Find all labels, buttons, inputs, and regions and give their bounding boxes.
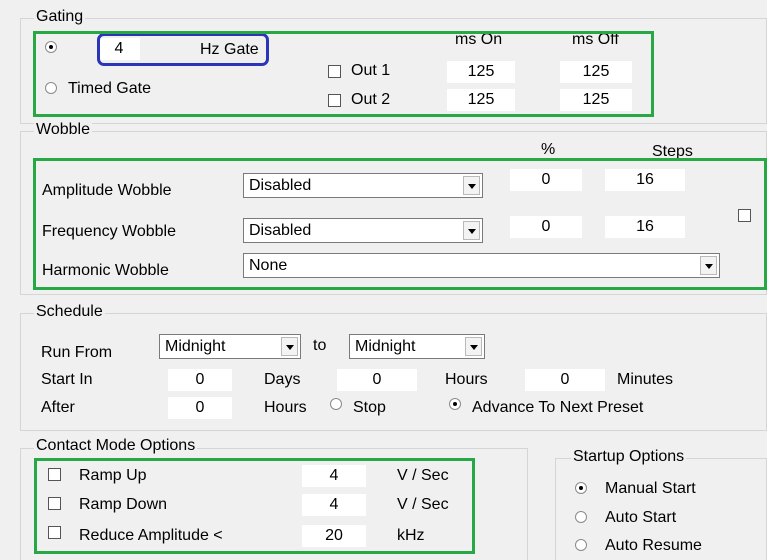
minutes-label: Minutes — [617, 371, 674, 388]
harmonic-wobble-value: None — [249, 257, 288, 274]
days-label: Days — [264, 371, 301, 388]
manual-start-radio[interactable] — [575, 482, 587, 494]
out1-ms-on-input[interactable]: 125 — [447, 61, 515, 83]
hz-gate-value-input[interactable]: 4 — [98, 38, 140, 60]
gating-legend: Gating — [34, 8, 86, 26]
percent-header: % — [541, 141, 556, 158]
chevron-down-icon[interactable] — [465, 337, 482, 356]
run-to-select[interactable]: Midnight — [349, 334, 485, 359]
ramp-down-unit: V / Sec — [397, 496, 449, 513]
run-from-select[interactable]: Midnight — [159, 334, 301, 359]
chevron-down-icon[interactable] — [700, 256, 717, 275]
manual-start-label: Manual Start — [605, 480, 696, 497]
ms-off-header: ms Off — [572, 31, 619, 48]
out1-label: Out 1 — [351, 62, 391, 79]
amplitude-wobble-select[interactable]: Disabled — [243, 173, 483, 198]
hz-gate-radio[interactable] — [45, 41, 57, 53]
amplitude-pct-input[interactable]: 0 — [510, 169, 582, 191]
ramp-down-checkbox[interactable] — [48, 497, 61, 510]
steps-header: Steps — [652, 143, 693, 160]
chevron-down-icon[interactable] — [463, 221, 480, 240]
out2-label: Out 2 — [351, 91, 391, 108]
auto-resume-radio[interactable] — [575, 539, 587, 551]
start-in-label: Start In — [41, 371, 93, 388]
auto-start-radio[interactable] — [575, 511, 587, 523]
out2-checkbox[interactable] — [328, 94, 341, 107]
reduce-amplitude-unit: kHz — [397, 527, 425, 544]
reduce-amplitude-label: Reduce Amplitude < — [79, 527, 223, 544]
to-label: to — [313, 337, 327, 354]
run-to-value: Midnight — [355, 338, 416, 355]
after-hours-input[interactable]: 0 — [168, 397, 232, 419]
hours-label: Hours — [445, 371, 488, 388]
after-hours-label: Hours — [264, 399, 307, 416]
ms-on-header: ms On — [455, 31, 503, 48]
amplitude-wobble-label: Amplitude Wobble — [42, 182, 172, 199]
wobble-legend: Wobble — [34, 121, 92, 139]
stop-radio[interactable] — [330, 398, 342, 410]
amplitude-wobble-value: Disabled — [249, 177, 312, 194]
ramp-up-unit: V / Sec — [397, 467, 449, 484]
advance-preset-label: Advance To Next Preset — [472, 399, 644, 416]
start-minutes-input[interactable]: 0 — [525, 369, 605, 391]
out2-ms-off-input[interactable]: 125 — [560, 89, 632, 111]
frequency-wobble-select[interactable]: Disabled — [243, 218, 483, 243]
ramp-up-label: Ramp Up — [79, 467, 147, 484]
ramp-up-checkbox[interactable] — [48, 468, 61, 481]
auto-resume-label: Auto Resume — [605, 537, 702, 554]
ramp-down-label: Ramp Down — [79, 496, 168, 513]
ramp-down-input[interactable]: 4 — [302, 494, 366, 516]
contact-mode-legend: Contact Mode Options — [34, 437, 198, 455]
gating-group — [20, 18, 767, 124]
schedule-legend: Schedule — [34, 303, 105, 321]
out1-checkbox[interactable] — [328, 65, 341, 78]
chevron-down-icon[interactable] — [281, 337, 298, 356]
out1-ms-off-input[interactable]: 125 — [560, 61, 632, 83]
frequency-wobble-label: Frequency Wobble — [42, 223, 176, 240]
run-from-value: Midnight — [165, 338, 226, 355]
run-from-label: Run From — [41, 344, 113, 361]
chevron-down-icon[interactable] — [463, 176, 480, 195]
timed-gate-radio[interactable] — [45, 82, 57, 94]
frequency-pct-input[interactable]: 0 — [510, 216, 582, 238]
ramp-up-input[interactable]: 4 — [302, 465, 366, 487]
frequency-steps-input[interactable]: 16 — [605, 216, 685, 238]
amplitude-steps-input[interactable]: 16 — [605, 169, 685, 191]
timed-gate-label: Timed Gate — [68, 80, 151, 97]
harmonic-wobble-label: Harmonic Wobble — [42, 262, 169, 279]
wobble-sync-checkbox[interactable] — [738, 209, 751, 222]
advance-preset-radio[interactable] — [449, 398, 461, 410]
start-hours-input[interactable]: 0 — [337, 369, 417, 391]
startup-legend: Startup Options — [571, 448, 687, 466]
frequency-wobble-value: Disabled — [249, 222, 312, 239]
hz-gate-label: Hz Gate — [200, 41, 259, 58]
out2-ms-on-input[interactable]: 125 — [447, 89, 515, 111]
harmonic-wobble-select[interactable]: None — [243, 253, 720, 278]
stop-label: Stop — [353, 399, 386, 416]
auto-start-label: Auto Start — [605, 509, 677, 526]
after-label: After — [41, 399, 75, 416]
reduce-amplitude-input[interactable]: 20 — [302, 525, 366, 547]
reduce-amplitude-checkbox[interactable] — [48, 526, 61, 539]
start-days-input[interactable]: 0 — [168, 369, 232, 391]
